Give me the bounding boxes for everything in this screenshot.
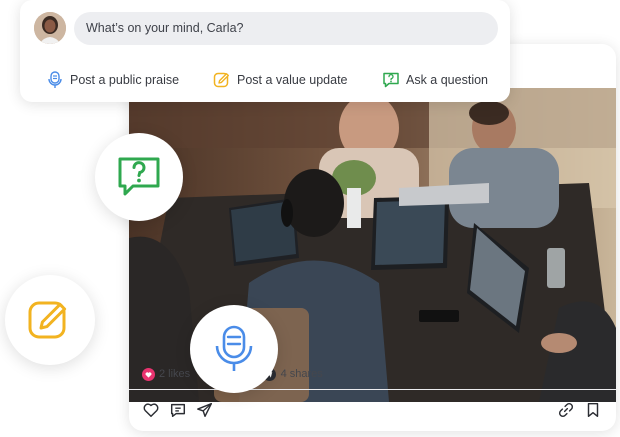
microphone-icon xyxy=(215,325,253,371)
shares-count[interactable]: 4 shares xyxy=(281,368,323,380)
bookmark-icon xyxy=(587,402,599,418)
ask-question-label: Ask a question xyxy=(406,73,488,87)
question-bubble xyxy=(95,133,183,221)
question-chat-icon xyxy=(118,157,160,196)
edit-icon xyxy=(28,301,67,339)
heart-like-icon xyxy=(141,367,155,381)
edit-bubble xyxy=(5,275,95,365)
post-public-praise-button[interactable]: Post a public praise xyxy=(46,68,179,92)
link-icon xyxy=(558,402,574,418)
copy-link-button[interactable] xyxy=(556,400,576,420)
likes-count[interactable]: 2 likes xyxy=(159,368,190,380)
microphone-icon xyxy=(46,71,64,89)
ask-question-button[interactable]: Ask a question xyxy=(382,68,488,92)
user-photo xyxy=(34,12,66,44)
comment-button[interactable] xyxy=(168,400,188,420)
edit-icon xyxy=(213,71,231,89)
send-button[interactable] xyxy=(195,400,215,420)
question-chat-icon xyxy=(382,71,400,89)
post-value-update-label: Post a value update xyxy=(237,73,348,87)
heart-icon xyxy=(143,403,159,418)
bookmark-button[interactable] xyxy=(583,400,603,420)
microphone-bubble xyxy=(190,305,278,393)
composer-input[interactable]: What’s on your mind, Carla? xyxy=(74,12,498,45)
post-action-bar xyxy=(129,389,616,431)
post-composer: What’s on your mind, Carla? Post a publi… xyxy=(20,0,510,102)
like-button[interactable] xyxy=(141,400,161,420)
post-public-praise-label: Post a public praise xyxy=(70,73,180,87)
composer-actions: Post a public praise Post a value update… xyxy=(20,68,510,92)
comment-icon xyxy=(170,403,186,418)
send-icon xyxy=(197,402,213,418)
avatar[interactable] xyxy=(34,12,66,44)
post-value-update-button[interactable]: Post a value update xyxy=(213,68,348,92)
